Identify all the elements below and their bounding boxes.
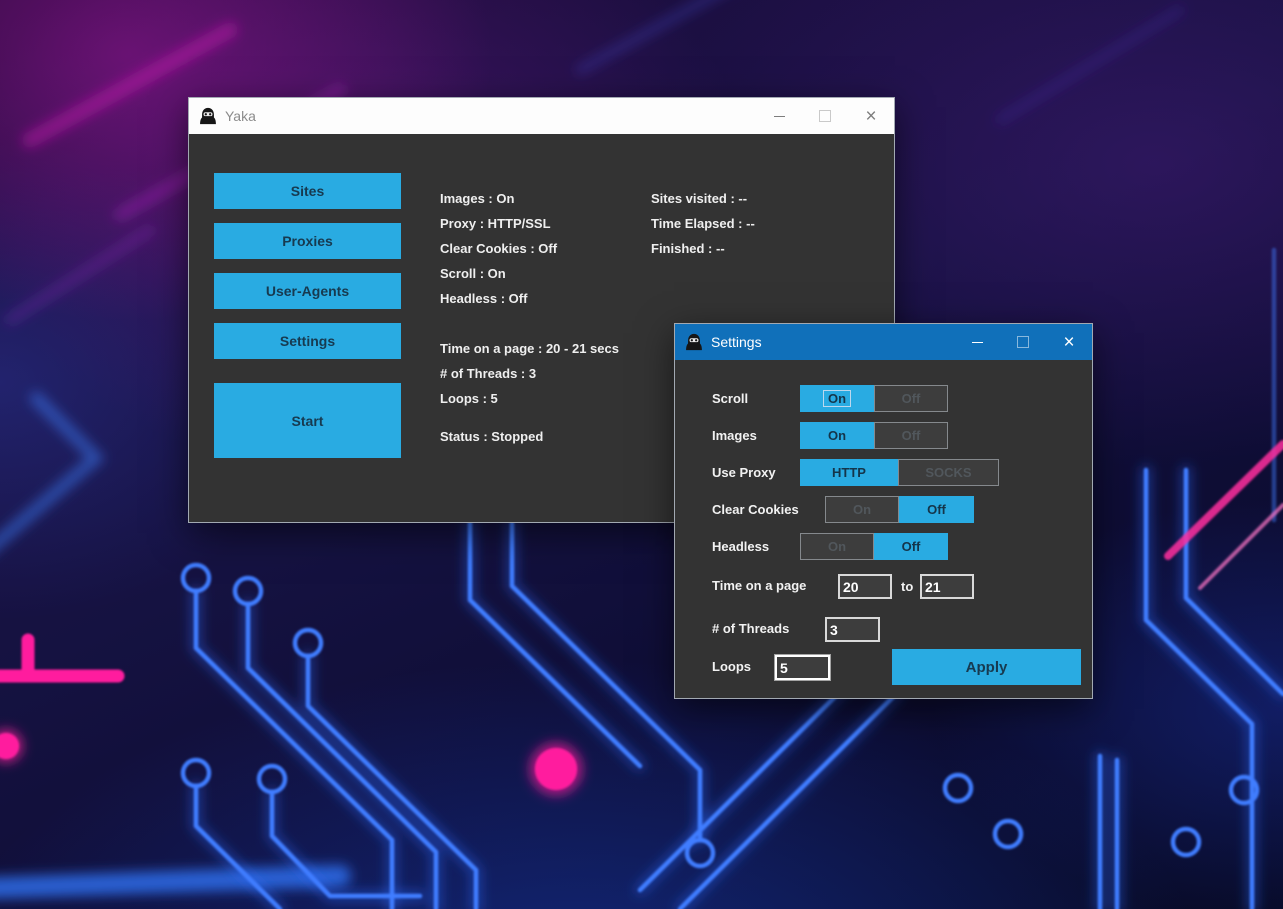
images-label: Images	[712, 422, 757, 449]
loops-input[interactable]	[775, 655, 830, 680]
status-column: Images : On Proxy : HTTP/SSL Clear Cooki…	[440, 186, 619, 449]
status-state: Status : Stopped	[440, 424, 619, 449]
ninja-app-icon	[685, 333, 703, 351]
main-window-title: Yaka	[225, 108, 256, 124]
stat-finished: Finished : --	[651, 236, 755, 261]
use-proxy-toggle: HTTP SOCKS	[800, 459, 999, 486]
settings-window-title: Settings	[711, 334, 762, 350]
desktop: Yaka × Sites Proxies User-Agents Setting…	[0, 0, 1283, 909]
status-headless: Headless : Off	[440, 286, 619, 311]
headless-label: Headless	[712, 533, 769, 560]
param-time-on-page: Time on a page : 20 - 21 secs	[440, 336, 619, 361]
close-button[interactable]: ×	[1046, 324, 1092, 360]
threads-input[interactable]	[825, 617, 880, 642]
scroll-label: Scroll	[712, 385, 748, 412]
user-agents-button[interactable]: User-Agents	[214, 273, 401, 309]
stats-column: Sites visited : -- Time Elapsed : -- Fin…	[651, 186, 755, 261]
start-button[interactable]: Start	[214, 383, 401, 458]
proxy-socks-option[interactable]: SOCKS	[898, 459, 999, 486]
threads-label: # of Threads	[712, 616, 789, 641]
loops-label: Loops	[712, 654, 751, 679]
param-loops: Loops : 5	[440, 386, 619, 411]
close-icon: ×	[1063, 333, 1074, 352]
use-proxy-label: Use Proxy	[712, 459, 776, 486]
param-threads: # of Threads : 3	[440, 361, 619, 386]
minimize-icon	[972, 342, 983, 343]
headless-toggle: On Off	[800, 533, 948, 560]
status-images: Images : On	[440, 186, 619, 211]
time-on-page-label: Time on a page	[712, 573, 806, 598]
time-to-input[interactable]	[920, 574, 974, 599]
close-button[interactable]: ×	[848, 98, 894, 134]
maximize-icon	[819, 110, 831, 122]
headless-on-option[interactable]: On	[800, 533, 874, 560]
sites-button[interactable]: Sites	[214, 173, 401, 209]
maximize-icon	[1017, 336, 1029, 348]
clear-cookies-toggle: On Off	[825, 496, 974, 523]
images-on-option[interactable]: On	[800, 422, 874, 449]
settings-button[interactable]: Settings	[214, 323, 401, 359]
images-off-option[interactable]: Off	[874, 422, 948, 449]
maximize-button[interactable]	[802, 98, 848, 134]
close-icon: ×	[865, 107, 876, 126]
status-cookies: Clear Cookies : Off	[440, 236, 619, 261]
clear-cookies-label: Clear Cookies	[712, 496, 799, 523]
apply-button[interactable]: Apply	[892, 649, 1081, 685]
proxies-button[interactable]: Proxies	[214, 223, 401, 259]
scroll-toggle: On Off	[800, 385, 948, 412]
proxy-http-option[interactable]: HTTP	[800, 459, 898, 486]
main-titlebar[interactable]: Yaka ×	[189, 98, 894, 134]
headless-off-option[interactable]: Off	[874, 533, 948, 560]
status-proxy: Proxy : HTTP/SSL	[440, 211, 619, 236]
minimize-icon	[774, 116, 785, 117]
stat-sites-visited: Sites visited : --	[651, 186, 755, 211]
scroll-off-option[interactable]: Off	[874, 385, 948, 412]
ninja-app-icon	[199, 107, 217, 125]
settings-window: Settings × Scroll On Off Images On Off U…	[674, 323, 1093, 699]
time-to-separator: to	[901, 579, 913, 594]
maximize-button[interactable]	[1000, 324, 1046, 360]
cookies-off-option[interactable]: Off	[899, 496, 974, 523]
stat-time-elapsed: Time Elapsed : --	[651, 211, 755, 236]
minimize-button[interactable]	[756, 98, 802, 134]
status-scroll: Scroll : On	[440, 261, 619, 286]
scroll-on-option[interactable]: On	[800, 385, 874, 412]
minimize-button[interactable]	[954, 324, 1000, 360]
images-toggle: On Off	[800, 422, 948, 449]
settings-titlebar[interactable]: Settings ×	[675, 324, 1092, 360]
time-from-input[interactable]	[838, 574, 892, 599]
cookies-on-option[interactable]: On	[825, 496, 899, 523]
